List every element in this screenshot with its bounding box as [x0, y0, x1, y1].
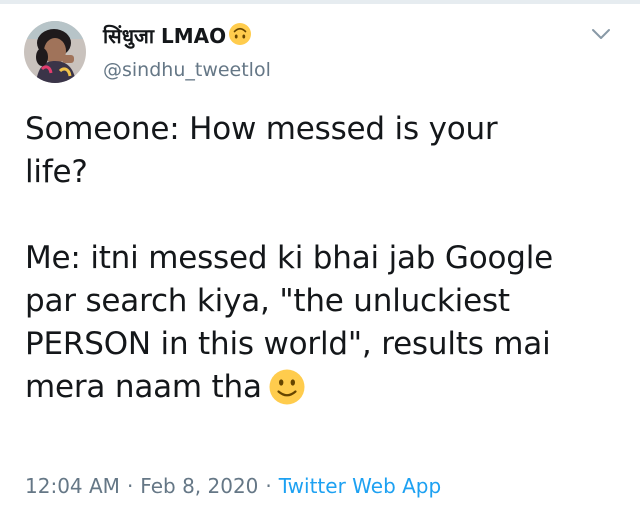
slightly-smiling-face-icon: [268, 368, 306, 418]
chevron-down-icon[interactable]: [590, 26, 612, 42]
meta-separator: ·: [126, 474, 134, 498]
tweet-text-line: par search kiya, "the unluckiest: [25, 283, 510, 319]
tweet-time[interactable]: 12:04 AM: [25, 474, 120, 498]
tweet-text-line: mera naam tha: [25, 369, 262, 405]
author-display-name: सिंधुजा LMAO: [103, 24, 227, 48]
top-divider: [0, 0, 640, 4]
tweet-text-line: life?: [25, 154, 88, 190]
avatar[interactable]: [24, 21, 86, 83]
user-avatar-photo: [24, 21, 86, 83]
author-handle[interactable]: @sindhu_tweetlol: [103, 57, 271, 83]
tweet-meta: 12:04 AM · Feb 8, 2020 · Twitter Web App: [25, 471, 441, 501]
tweet-text-line: Someone: How messed is your: [25, 111, 498, 147]
upside-down-face-icon: [228, 22, 252, 53]
tweet-date[interactable]: Feb 8, 2020: [140, 474, 258, 498]
tweet-text: Someone: How messed is your life? Me: it…: [25, 108, 620, 409]
meta-separator: ·: [265, 474, 272, 498]
author-name[interactable]: सिंधुजा LMAO: [103, 22, 252, 53]
tweet-source-link[interactable]: Twitter Web App: [279, 474, 441, 498]
tweet-text-line: PERSON in this world", results mai: [25, 326, 551, 362]
tweet-text-line: Me: itni messed ki bhai jab Google: [25, 240, 554, 276]
tweet-text-last-line: mera naam tha: [25, 366, 620, 409]
